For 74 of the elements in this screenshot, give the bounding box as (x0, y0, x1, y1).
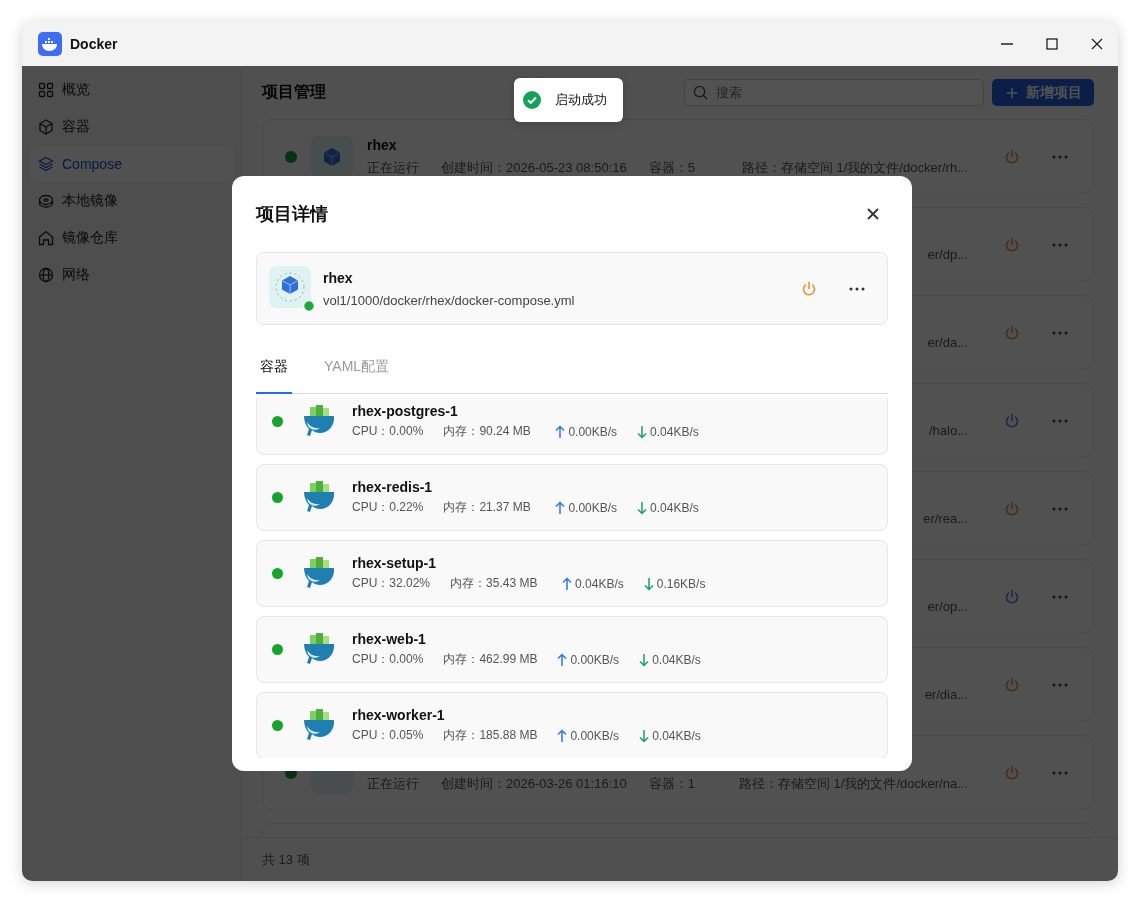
add-project-button[interactable]: 新增项目 (992, 79, 1094, 106)
cube-icon (38, 119, 54, 135)
upload-rate: 0.00KB/s (570, 652, 620, 667)
container-card[interactable]: rhex-worker-1 CPU：0.05% 内存：185.88 MB 0.00KB/s 0.04KB/s (256, 692, 888, 758)
project-name: rhex (367, 136, 398, 155)
container-card[interactable]: rhex-web-1 CPU：0.00% 内存：462.99 MB 0.00KB/s 0.04KB/s (256, 616, 888, 683)
window-title: Docker (70, 36, 118, 52)
more-icon[interactable] (849, 286, 865, 291)
close-icon[interactable] (866, 207, 880, 221)
download-arrow-icon (639, 728, 650, 743)
grid-icon (38, 82, 54, 98)
power-icon[interactable] (1004, 764, 1020, 781)
memory-usage: 内存：90.24 MB (443, 423, 532, 440)
upload-arrow-icon (557, 652, 568, 667)
container-card[interactable]: rhex-setup-1 CPU：32.02% 内存：35.43 MB 0.04KB/s 0.16KB/s (256, 540, 888, 607)
layers-icon (38, 156, 54, 172)
power-icon[interactable] (1004, 236, 1020, 253)
sidebar-item[interactable]: 网络 (30, 257, 234, 293)
download-arrow-icon (637, 500, 648, 515)
disk-icon (38, 193, 54, 209)
plus-icon (1006, 86, 1018, 99)
cpu-usage: CPU：0.00% (352, 651, 424, 668)
upload-arrow-icon (555, 424, 566, 439)
power-icon[interactable] (1004, 676, 1020, 693)
tab[interactable]: YAML配置 (320, 341, 394, 394)
sidebar-item[interactable]: 容器 (30, 109, 234, 145)
power-icon[interactable] (1004, 412, 1020, 429)
project-name: rhex (323, 269, 354, 288)
status-dot (285, 150, 297, 163)
compose-file-path: vol1/1000/docker/rhex/docker-compose.yml (323, 292, 576, 308)
power-icon[interactable] (1004, 588, 1020, 605)
tab[interactable]: 容器 (256, 341, 292, 394)
upload-arrow-icon (555, 500, 566, 515)
container-name: rhex-redis-1 (352, 479, 434, 495)
download-arrow-icon (639, 652, 650, 667)
maximize-icon[interactable] (1045, 37, 1059, 51)
container-name: rhex-setup-1 (352, 555, 438, 571)
sidebar-item[interactable]: 本地镜像 (30, 183, 234, 219)
upload-rate: 0.00KB/s (568, 424, 618, 439)
download-arrow-icon (637, 424, 648, 439)
sidebar-item[interactable]: 镜像仓库 (30, 220, 234, 256)
check-circle-icon (523, 91, 541, 109)
memory-usage: 内存：35.43 MB (450, 575, 539, 592)
container-card[interactable]: rhex-postgres-1 CPU：0.00% 内存：90.24 MB 0.00KB/s 0.04KB/s (256, 398, 888, 455)
upload-rate: 0.00KB/s (568, 500, 618, 515)
cpu-usage: CPU：0.22% (352, 499, 424, 516)
memory-usage: 内存：21.37 MB (443, 499, 532, 516)
upload-rate: 0.04KB/s (575, 576, 624, 591)
download-rate: 0.04KB/s (652, 652, 701, 667)
upload-arrow-icon (562, 576, 573, 591)
container-card[interactable]: rhex-redis-1 CPU：0.22% 内存：21.37 MB 0.00KB/s 0.04KB/s (256, 464, 888, 531)
house-icon (38, 230, 54, 246)
upload-arrow-icon (557, 728, 568, 743)
cpu-usage: CPU：0.00% (352, 423, 424, 440)
globe-icon (38, 267, 54, 283)
container-name: rhex-web-1 (352, 631, 427, 647)
memory-usage: 内存：462.99 MB (443, 651, 538, 668)
download-rate: 0.04KB/s (650, 424, 699, 439)
page-title: 项目管理 (262, 82, 326, 102)
power-icon[interactable] (1004, 500, 1020, 517)
download-rate: 0.16KB/s (656, 576, 706, 591)
sidebar-item[interactable]: 概览 (30, 72, 234, 108)
container-name: rhex-worker-1 (352, 707, 446, 723)
whale-logo-icon (38, 32, 62, 56)
cpu-usage: CPU：32.02% (352, 575, 431, 592)
power-icon[interactable] (1004, 324, 1020, 341)
download-rate: 0.04KB/s (650, 500, 699, 515)
toast-message: 启动成功 (555, 91, 607, 109)
close-icon[interactable] (1090, 37, 1104, 51)
power-icon[interactable] (1004, 148, 1020, 165)
power-icon[interactable] (801, 280, 817, 297)
download-arrow-icon (643, 576, 654, 591)
container-name: rhex-postgres-1 (352, 403, 459, 419)
dialog-title: 项目详情 (256, 203, 328, 226)
